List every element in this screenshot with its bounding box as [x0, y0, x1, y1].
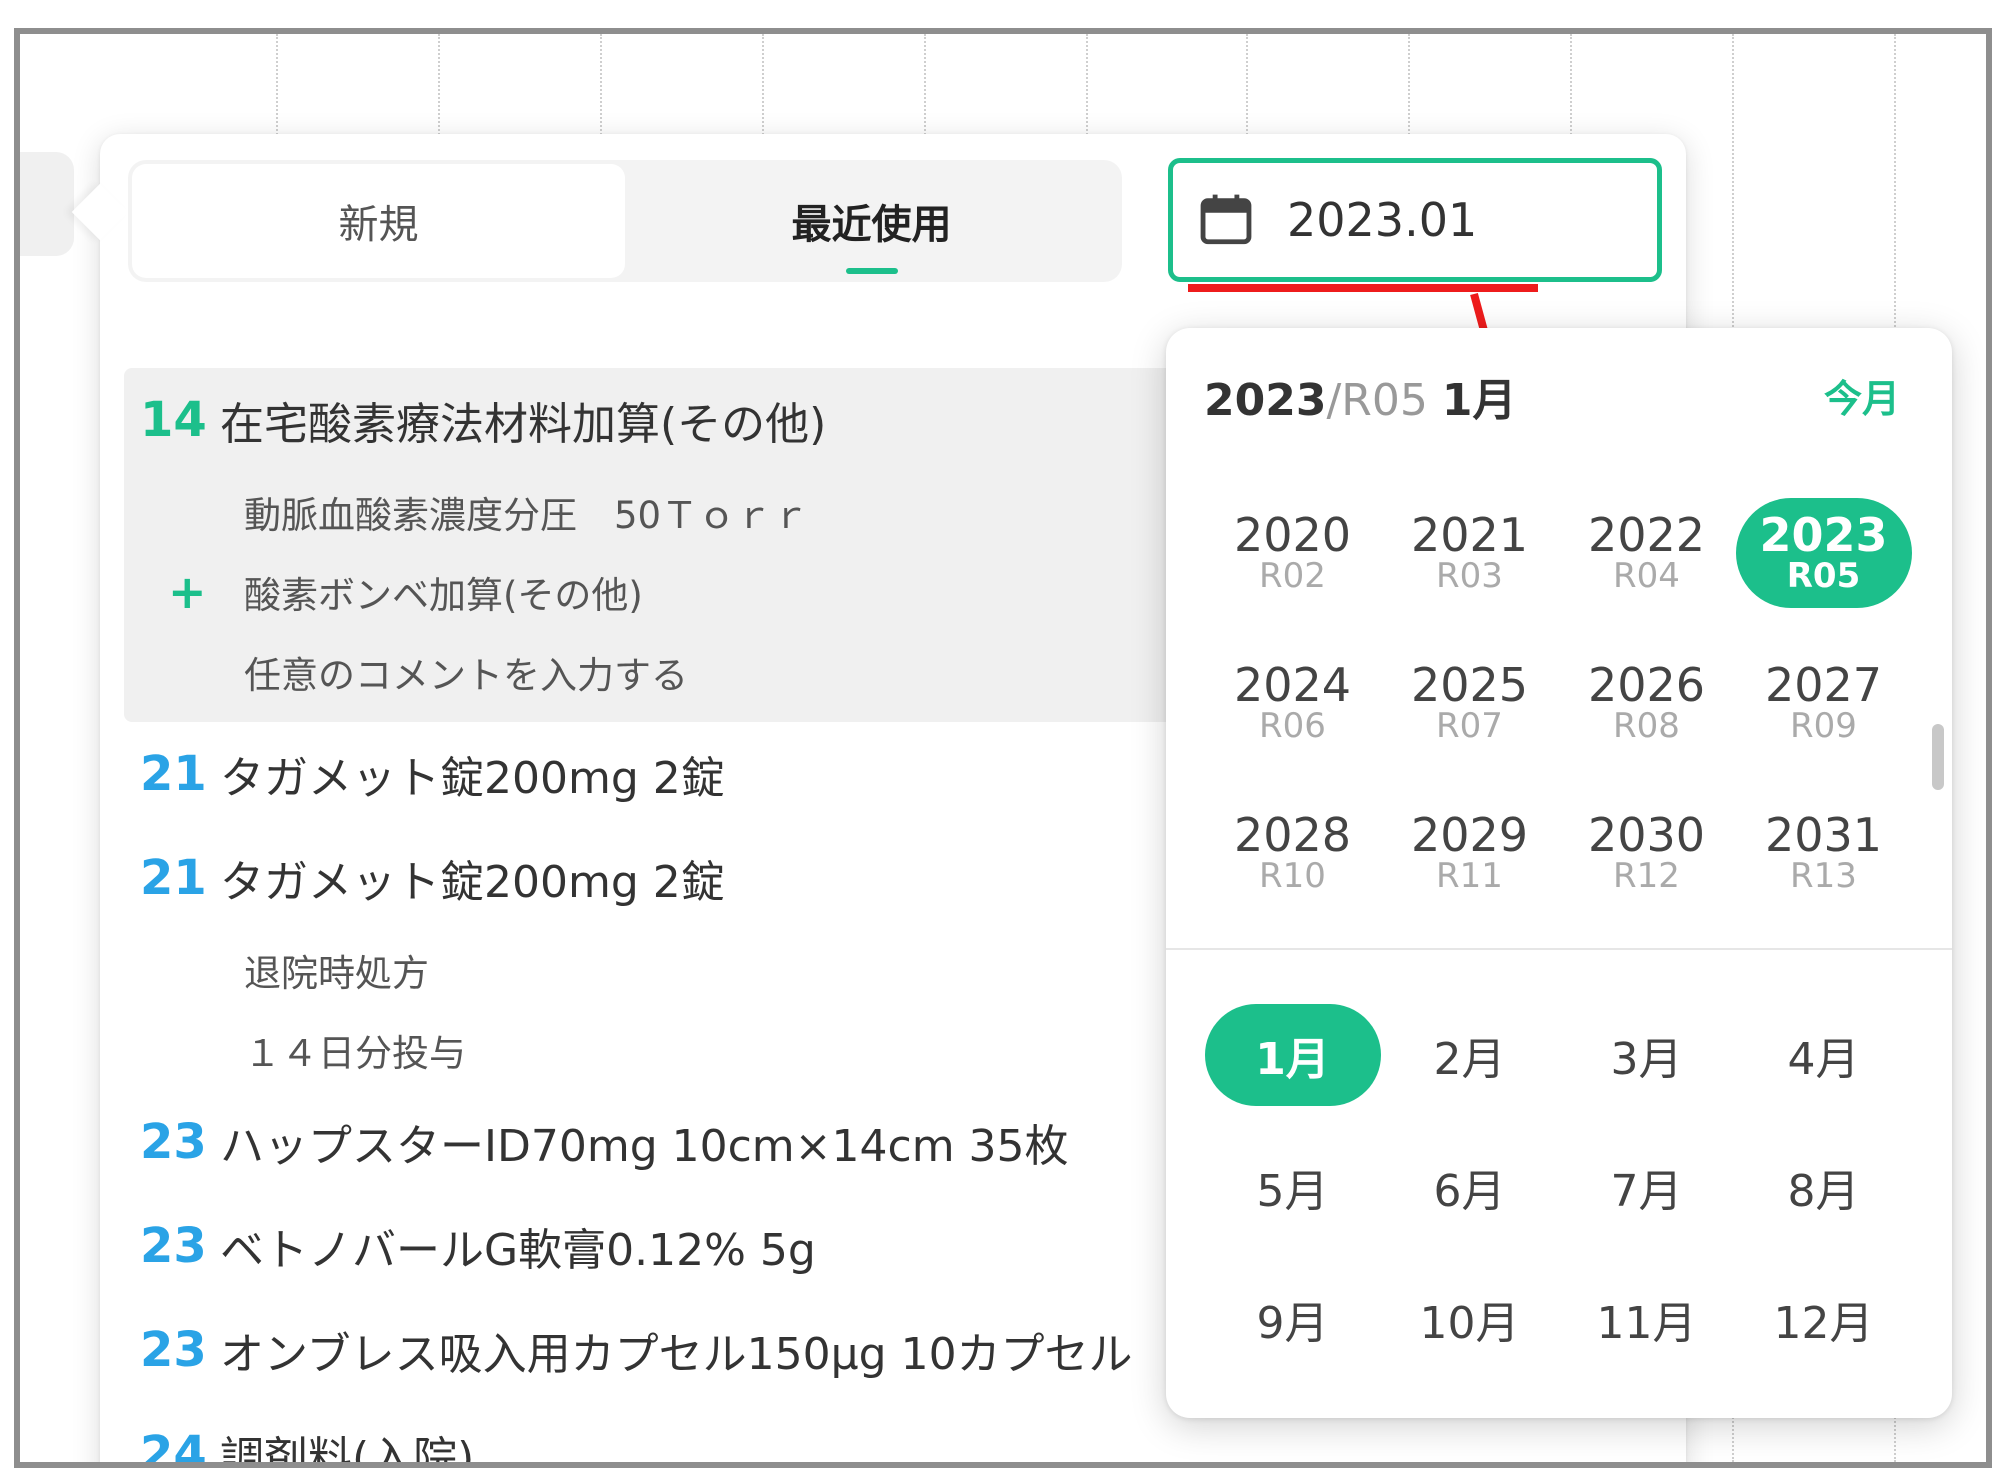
- year-option[interactable]: 2024 R06: [1204, 648, 1381, 758]
- item-name: タガメット錠200mg 2錠: [220, 753, 725, 804]
- add-icon[interactable]: +: [168, 565, 207, 619]
- year-era: R08: [1613, 706, 1680, 747]
- year-era: R11: [1436, 856, 1503, 897]
- year-era: R03: [1436, 556, 1503, 597]
- item-code: 21: [140, 850, 207, 906]
- item-code: 23: [140, 1114, 207, 1170]
- year-era: R13: [1790, 856, 1857, 897]
- item-code: 14: [140, 392, 207, 448]
- year-western: 2023: [1759, 508, 1888, 562]
- year-era: R09: [1790, 706, 1857, 747]
- calendar-divider: [1166, 948, 1952, 950]
- year-option[interactable]: 2029 R11: [1381, 798, 1558, 908]
- note-text: 退院時処方: [244, 952, 429, 995]
- year-era: R12: [1613, 856, 1680, 897]
- year-option[interactable]: 2031 R13: [1735, 798, 1912, 908]
- screenshot-frame: 新規 最近使用 2023.01 14 在宅酸素療法材料加算(その他) 動脈血酸素…: [14, 28, 1992, 1468]
- item-name: タガメット錠200mg 2錠: [220, 857, 725, 908]
- year-scrollbar[interactable]: [1932, 724, 1944, 790]
- year-option[interactable]: 2025 R07: [1381, 648, 1558, 758]
- tab-recent[interactable]: 最近使用: [625, 164, 1118, 278]
- year-western: 2028: [1233, 808, 1352, 862]
- item-code: 23: [140, 1322, 207, 1378]
- month-option[interactable]: 4月: [1735, 1004, 1912, 1106]
- item-name: オンブレス吸入用カプセル150μg 10カプセル: [220, 1329, 1133, 1380]
- year-era: R06: [1259, 706, 1326, 747]
- year-option[interactable]: 2027 R09: [1735, 648, 1912, 758]
- month-option[interactable]: 7月: [1558, 1136, 1735, 1238]
- year-western: 2031: [1764, 808, 1883, 862]
- year-era: R10: [1259, 856, 1326, 897]
- month-option[interactable]: 12月: [1735, 1268, 1912, 1370]
- year-option[interactable]: 2022 R04: [1558, 498, 1735, 608]
- year-western: 2021: [1410, 508, 1529, 562]
- month-option[interactable]: 9月: [1204, 1268, 1381, 1370]
- year-option[interactable]: 2020 R02: [1204, 498, 1381, 608]
- month-option[interactable]: 5月: [1204, 1136, 1381, 1238]
- item-name: ハップスターID70mg 10cm×14cm 35枚: [220, 1121, 1069, 1172]
- item-name: ベトノバールG軟膏0.12% 5g: [220, 1225, 816, 1276]
- header-month: 1月: [1441, 375, 1517, 426]
- background-tab: [20, 152, 74, 256]
- calendar-icon: [1200, 194, 1252, 245]
- comment-placeholder[interactable]: 任意のコメントを入力する: [124, 645, 688, 699]
- month-option[interactable]: 10月: [1381, 1268, 1558, 1370]
- month-option[interactable]: 2月: [1381, 1004, 1558, 1106]
- item-code: 24: [140, 1426, 207, 1468]
- year-western: 2029: [1410, 808, 1529, 862]
- year-option[interactable]: 2030 R12: [1558, 798, 1735, 908]
- year-era: R02: [1259, 556, 1326, 597]
- month-option[interactable]: 8月: [1735, 1136, 1912, 1238]
- year-western: 2026: [1587, 658, 1706, 712]
- year-option-selected[interactable]: 2023 R05: [1735, 498, 1912, 608]
- year-option[interactable]: 2026 R08: [1558, 648, 1735, 758]
- header-year: 2023: [1204, 375, 1327, 426]
- month-picker-input[interactable]: 2023.01: [1168, 158, 1662, 282]
- month-grid: 1月 2月 3月 4月 5月 6月 7月 8月 9月 10月 11月 12月: [1204, 1004, 1912, 1370]
- year-western: 2027: [1764, 658, 1883, 712]
- year-era: R04: [1613, 556, 1680, 597]
- year-grid: 2020 R02 2021 R03 2022 R04 2023 R05 2024 R06 …: [1204, 498, 1912, 908]
- calendar-header: 2023/R05 1月: [1204, 364, 1516, 428]
- tab-new[interactable]: 新規: [132, 164, 625, 278]
- month-picker-dropdown: 2023/R05 1月 今月 2020 R02 2021 R03 2022 R04 20…: [1166, 328, 1952, 1418]
- note-text: １４日分投与: [244, 1032, 466, 1075]
- month-option[interactable]: 11月: [1558, 1268, 1735, 1370]
- month-option[interactable]: 3月: [1558, 1004, 1735, 1106]
- year-western: 2022: [1587, 508, 1706, 562]
- year-western: 2025: [1410, 658, 1529, 712]
- detail-text: 動脈血酸素濃度分圧 50Ｔｏｒｒ: [244, 494, 810, 537]
- header-slash: /: [1326, 375, 1342, 426]
- year-western: 2030: [1587, 808, 1706, 862]
- year-option[interactable]: 2021 R03: [1381, 498, 1558, 608]
- year-western: 2024: [1233, 658, 1352, 712]
- item-code: 21: [140, 746, 207, 802]
- this-month-button[interactable]: 今月: [1824, 368, 1900, 423]
- year-era: R07: [1436, 706, 1503, 747]
- item-code: 23: [140, 1218, 207, 1274]
- item-name: 調剤料(入院): [220, 1433, 475, 1468]
- year-era: R05: [1786, 556, 1861, 597]
- month-picker-value: 2023.01: [1287, 193, 1478, 247]
- month-option-selected[interactable]: 1月: [1204, 1004, 1381, 1106]
- header-era: R05: [1341, 375, 1428, 426]
- month-option[interactable]: 6月: [1381, 1136, 1558, 1238]
- mode-segmented-control: 新規 最近使用: [128, 160, 1122, 282]
- year-western: 2020: [1233, 508, 1352, 562]
- year-option[interactable]: 2028 R10: [1204, 798, 1381, 908]
- item-name: 在宅酸素療法材料加算(その他): [220, 399, 827, 450]
